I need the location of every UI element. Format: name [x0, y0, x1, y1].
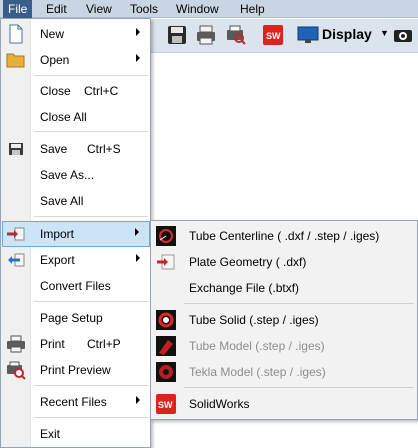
- menu-item-close[interactable]: Close Ctrl+C: [2, 78, 150, 104]
- menu-item-label: Close: [40, 84, 71, 98]
- menu-item-save-all[interactable]: Save All: [2, 188, 150, 214]
- menu-separator: [34, 75, 148, 76]
- chevron-down-icon[interactable]: ▼: [380, 28, 389, 38]
- submenu-arrow-icon: [136, 28, 140, 36]
- submenu-item-tekla-model: Tekla Model (.step / .iges): [152, 359, 416, 385]
- menu-item-export[interactable]: Export: [2, 247, 150, 273]
- menu-item-save[interactable]: Save Ctrl+S: [2, 136, 150, 162]
- menu-item-label: Convert Files: [40, 279, 111, 293]
- submenu-item-label: Tube Model (.step / .iges): [189, 339, 325, 353]
- menu-item-label: New: [40, 27, 65, 41]
- menu-separator: [34, 131, 148, 132]
- menu-item-new[interactable]: New: [2, 21, 150, 47]
- print-icon: [7, 335, 25, 353]
- menu-item-label: Open: [40, 53, 70, 67]
- submenu-arrow-icon: [135, 228, 139, 236]
- menubar: File Edit View Tools Window Help: [0, 0, 418, 18]
- submenu-item-tube-model: Tube Model (.step / .iges): [152, 333, 416, 359]
- menu-separator: [34, 417, 148, 418]
- menu-item-label: Save All: [40, 194, 84, 208]
- svg-text:SW: SW: [266, 31, 281, 41]
- new-file-icon: [9, 24, 23, 44]
- print-preview-icon: [7, 361, 26, 380]
- print-icon[interactable]: [195, 24, 217, 46]
- menu-item-shortcut: Ctrl+S: [87, 142, 121, 156]
- menu-item-label: Save As...: [40, 168, 95, 182]
- submenu-arrow-icon: [136, 254, 140, 262]
- menu-item-label: Close All: [40, 110, 87, 124]
- display-label[interactable]: Display: [322, 26, 372, 42]
- menu-separator: [34, 301, 148, 302]
- menu-item-label: Save: [40, 142, 68, 156]
- solidworks-icon[interactable]: SW: [262, 24, 284, 46]
- menu-separator: [34, 216, 148, 217]
- submenu-item-tube-solid[interactable]: Tube Solid (.step / .iges): [152, 307, 416, 333]
- menu-separator: [184, 303, 414, 304]
- svg-text:SW: SW: [158, 400, 173, 410]
- submenu-item-exchange-file[interactable]: Exchange File (.btxf): [152, 275, 416, 301]
- submenu-item-tube-centerline[interactable]: Tube Centerline ( .dxf / .step / .iges): [152, 223, 416, 249]
- menu-view[interactable]: View: [86, 1, 112, 17]
- submenu-item-label: Tekla Model (.step / .iges): [189, 365, 326, 379]
- submenu-arrow-icon: [136, 396, 140, 404]
- menu-item-label: Print Preview: [40, 363, 111, 377]
- submenu-item-solidworks[interactable]: SW SolidWorks: [152, 391, 416, 417]
- menu-item-label: Export: [40, 253, 75, 267]
- submenu-item-label: Tube Centerline ( .dxf / .step / .iges): [189, 229, 380, 243]
- menu-item-print[interactable]: Print Ctrl+P: [2, 331, 150, 357]
- menu-item-label: Page Setup: [40, 311, 103, 325]
- import-submenu: Tube Centerline ( .dxf / .step / .iges) …: [150, 220, 418, 420]
- menu-item-label: Recent Files: [40, 395, 107, 409]
- menu-separator: [34, 385, 148, 386]
- menu-item-close-all[interactable]: Close All: [2, 104, 150, 130]
- file-menu: New Open Close Ctrl+C Close All Save Ctr…: [0, 18, 151, 448]
- menu-item-label: Exit: [40, 427, 61, 441]
- import-icon: [7, 227, 25, 241]
- menu-item-exit[interactable]: Exit: [2, 421, 150, 447]
- menu-item-recent-files[interactable]: Recent Files: [2, 389, 150, 415]
- menu-item-open[interactable]: Open: [2, 47, 150, 73]
- folder-icon: [6, 53, 25, 68]
- menu-item-import[interactable]: Import: [2, 221, 150, 247]
- menu-edit[interactable]: Edit: [46, 1, 67, 17]
- tube-model-icon: [156, 336, 176, 356]
- submenu-item-label: Plate Geometry ( .dxf): [189, 255, 307, 269]
- camera-icon[interactable]: [392, 24, 414, 46]
- submenu-item-label: Exchange File (.btxf): [189, 281, 300, 295]
- menu-window[interactable]: Window: [176, 1, 219, 17]
- submenu-arrow-icon: [136, 54, 140, 62]
- solidworks-icon: SW: [156, 394, 176, 414]
- menu-tools[interactable]: Tools: [130, 1, 158, 17]
- menu-item-shortcut: Ctrl+P: [87, 337, 121, 351]
- tekla-model-icon: [156, 362, 176, 382]
- save-icon: [9, 143, 23, 155]
- save-icon[interactable]: [166, 24, 188, 46]
- menu-item-label: Import: [40, 227, 75, 241]
- menu-item-page-setup[interactable]: Page Setup: [2, 305, 150, 331]
- monitor-icon[interactable]: [297, 24, 319, 46]
- tube-centerline-icon: [156, 226, 176, 246]
- menu-item-shortcut: Ctrl+C: [84, 84, 119, 98]
- tube-solid-icon: [156, 310, 176, 330]
- print-preview-icon[interactable]: [225, 24, 247, 46]
- menu-item-convert-files[interactable]: Convert Files: [2, 273, 150, 299]
- submenu-item-label: SolidWorks: [189, 397, 250, 411]
- menu-help[interactable]: Help: [240, 1, 265, 17]
- submenu-item-plate-geometry[interactable]: Plate Geometry ( .dxf): [152, 249, 416, 275]
- export-icon: [8, 253, 25, 267]
- menu-file[interactable]: File: [3, 0, 33, 18]
- submenu-item-label: Tube Solid (.step / .iges): [189, 313, 319, 327]
- menu-separator: [184, 387, 414, 388]
- plate-geometry-icon: [157, 254, 175, 270]
- menu-item-label: Print: [40, 337, 65, 351]
- menu-item-print-preview[interactable]: Print Preview: [2, 357, 150, 383]
- menu-item-save-as[interactable]: Save As...: [2, 162, 150, 188]
